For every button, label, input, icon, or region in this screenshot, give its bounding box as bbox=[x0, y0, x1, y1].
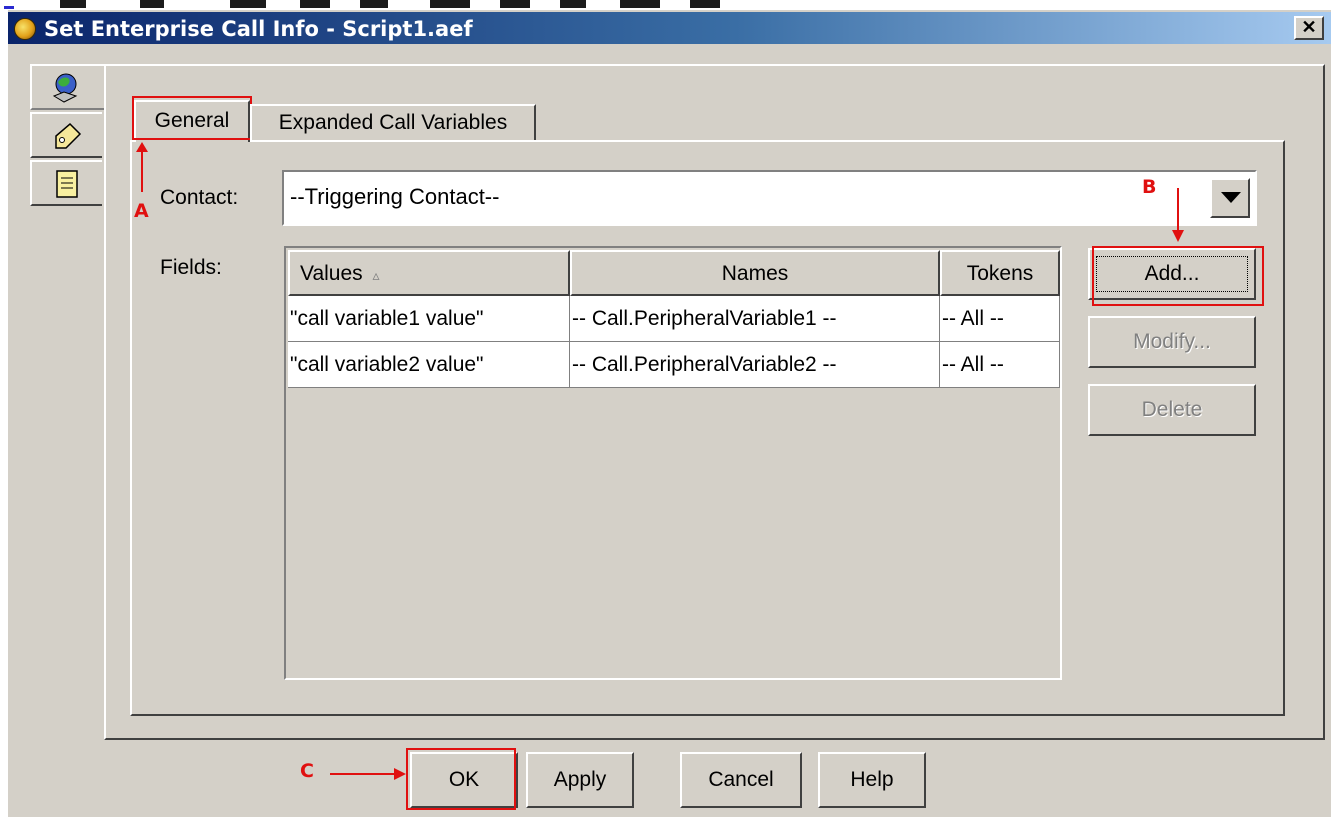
tab-expanded-call-variables[interactable]: Expanded Call Variables bbox=[250, 104, 536, 140]
app-icon bbox=[14, 18, 36, 40]
table-cell-token[interactable]: -- All -- bbox=[940, 296, 1060, 342]
side-tab-tag[interactable] bbox=[30, 112, 102, 158]
cropped-text-fragment bbox=[500, 0, 530, 8]
cropped-text-fragment bbox=[690, 0, 720, 8]
annotation-arrow-b bbox=[1172, 188, 1184, 242]
window-title: Set Enterprise Call Info - Script1.aef bbox=[44, 17, 473, 41]
globe-phone-icon bbox=[52, 73, 78, 103]
cropped-text-fragment bbox=[60, 0, 86, 8]
annotation-arrow-c bbox=[330, 768, 406, 780]
contact-label: Contact: bbox=[160, 186, 239, 209]
contact-dropdown-button[interactable] bbox=[1210, 178, 1250, 218]
contact-value: --Triggering Contact-- bbox=[290, 184, 500, 209]
delete-button[interactable]: Delete bbox=[1088, 384, 1256, 436]
highlight-box-general bbox=[132, 96, 252, 140]
highlight-box-add bbox=[1092, 246, 1264, 306]
annotation-arrow-a bbox=[136, 142, 148, 192]
help-button[interactable]: Help bbox=[818, 752, 926, 808]
table-cell-value[interactable]: "call variable2 value" bbox=[288, 342, 570, 388]
close-button[interactable]: ✕ bbox=[1294, 16, 1324, 40]
column-header-values[interactable]: Values ▵ bbox=[288, 250, 570, 296]
cropped-link-fragment bbox=[4, 6, 14, 9]
annotation-label-c: C bbox=[300, 760, 314, 782]
table-cell-token[interactable]: -- All -- bbox=[940, 342, 1060, 388]
table-cell-name[interactable]: -- Call.PeripheralVariable2 -- bbox=[570, 342, 940, 388]
sort-ascending-icon: ▵ bbox=[372, 267, 380, 283]
cancel-button[interactable]: Cancel bbox=[680, 752, 802, 808]
modify-button[interactable]: Modify... bbox=[1088, 316, 1256, 368]
tag-icon bbox=[55, 122, 82, 149]
cropped-text-fragment bbox=[140, 0, 164, 8]
highlight-box-ok bbox=[406, 748, 516, 810]
cropped-text-fragment bbox=[360, 0, 388, 8]
column-header-values-label: Values bbox=[300, 262, 363, 285]
cropped-text-fragment bbox=[230, 0, 266, 8]
cropped-text-fragment bbox=[300, 0, 330, 8]
side-tab-general[interactable] bbox=[30, 64, 106, 110]
side-tab-document[interactable] bbox=[30, 160, 102, 206]
annotation-label-a: A bbox=[134, 200, 149, 222]
fields-table[interactable]: Values ▵ Names Tokens "call variable1 va… bbox=[284, 246, 1062, 680]
column-header-names[interactable]: Names bbox=[570, 250, 940, 296]
chevron-down-icon bbox=[1221, 192, 1241, 203]
table-cell-name[interactable]: -- Call.PeripheralVariable1 -- bbox=[570, 296, 940, 342]
table-cell-value[interactable]: "call variable1 value" bbox=[288, 296, 570, 342]
cropped-text-fragment bbox=[560, 0, 586, 8]
apply-button[interactable]: Apply bbox=[526, 752, 634, 808]
fields-label: Fields: bbox=[160, 256, 222, 279]
document-icon bbox=[56, 170, 78, 198]
annotation-label-b: B bbox=[1142, 176, 1157, 198]
cropped-text-fragment bbox=[430, 0, 470, 8]
column-header-tokens[interactable]: Tokens bbox=[940, 250, 1060, 296]
cropped-text-fragment bbox=[620, 0, 660, 8]
